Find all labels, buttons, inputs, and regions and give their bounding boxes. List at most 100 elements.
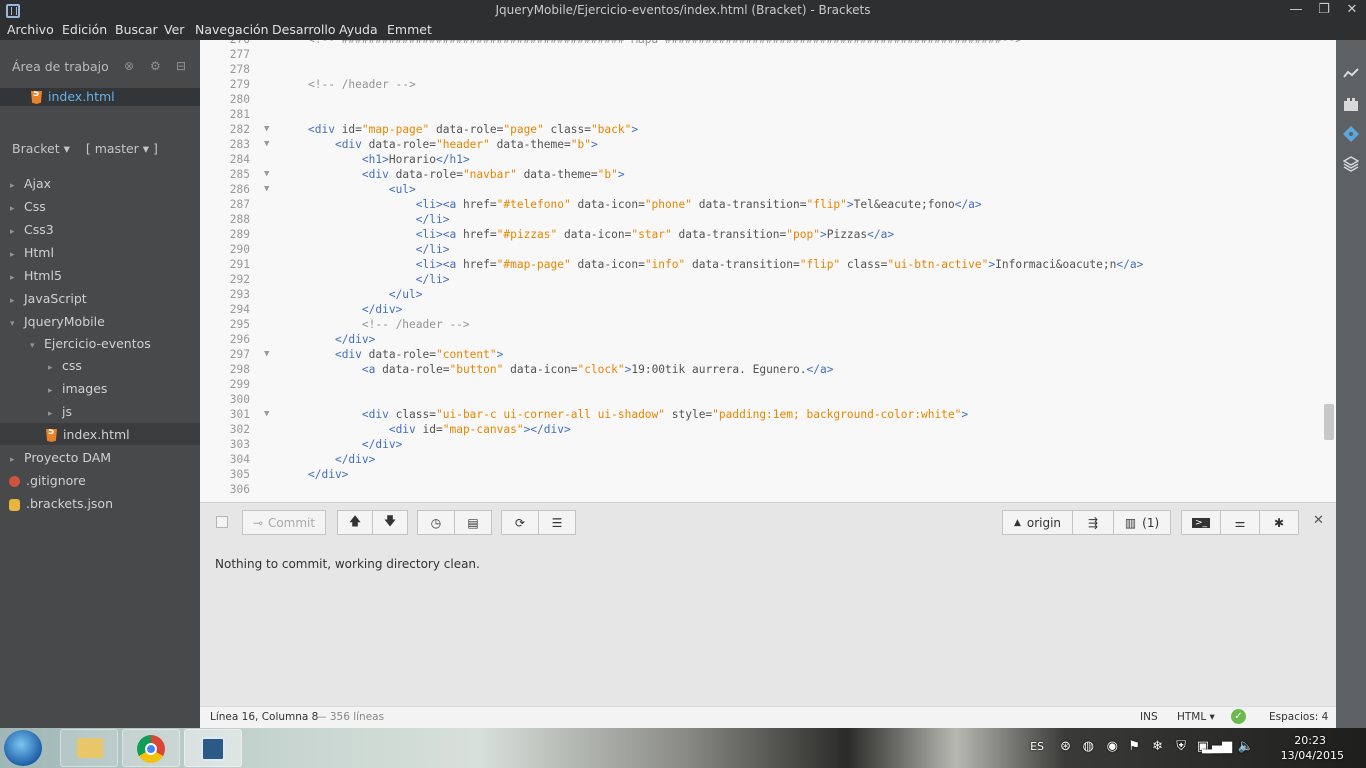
code-line[interactable]: <div id="map-page" data-role="page" clas… (308, 123, 638, 136)
flag-icon[interactable]: ⚑ (1128, 739, 1140, 754)
tree-folder-jquerymobile[interactable]: ▾ JqueryMobile (10, 314, 105, 329)
snowflake-icon[interactable]: ❄ (1152, 739, 1163, 754)
tree-folder-js[interactable]: ▸ js (48, 404, 72, 419)
menu-ver[interactable]: Ver (164, 22, 184, 37)
select-all-checkbox[interactable] (216, 516, 228, 528)
tray-app-icon[interactable]: ◍ (1083, 739, 1094, 754)
code-line[interactable]: <li><a href="#telefono" data-icon="phone… (308, 198, 982, 211)
code-line[interactable]: </li> (308, 243, 450, 256)
minimize-button[interactable]: — (1282, 0, 1310, 22)
tree-folder-ejercicio-eventos[interactable]: ▾ Ejercicio-eventos (30, 336, 151, 351)
code-line[interactable]: <div class="ui-bar-c ui-corner-all ui-sh… (308, 408, 968, 421)
maximize-button[interactable]: ❐ (1310, 0, 1338, 22)
close-panel-icon[interactable]: ✕ (1313, 513, 1324, 528)
volume-icon[interactable]: 🔈 (1238, 739, 1254, 754)
menu-emmet[interactable]: Emmet (387, 22, 432, 37)
chrome-tray-icon[interactable]: ◉ (1107, 739, 1118, 754)
refresh-button[interactable]: ⟳ (501, 510, 539, 535)
working-file-item[interactable]: index.html (0, 88, 200, 106)
code-line[interactable]: <!-- /header --> (308, 318, 470, 331)
fold-toggle-icon[interactable]: ▼ (264, 409, 269, 419)
clock-time[interactable]: 20:23 (1294, 734, 1326, 747)
commit-button[interactable]: ⊸ Commit (242, 510, 326, 535)
language-dropdown[interactable]: HTML ▾ (1177, 711, 1215, 723)
fold-toggle-icon[interactable]: ▼ (264, 349, 269, 359)
code-line[interactable]: <li><a href="#pizzas" data-icon="star" d… (308, 228, 894, 241)
code-line[interactable]: <!-- /header --> (308, 78, 416, 91)
code-line[interactable]: <!-- ###################################… (308, 40, 1022, 46)
extension-manager-icon[interactable] (1343, 96, 1359, 112)
tree-folder-html[interactable]: ▸ Html (10, 245, 54, 260)
project-dropdown[interactable]: Bracket ▾ (12, 141, 70, 156)
fold-toggle-icon[interactable]: ▼ (264, 169, 269, 179)
insert-mode-toggle[interactable]: INS (1140, 711, 1158, 723)
tree-folder-css[interactable]: ▸ Css (10, 199, 46, 214)
code-editor[interactable]: 276 <!-- ################################… (200, 40, 1336, 502)
indent-setting[interactable]: Espacios: 4 (1269, 711, 1328, 723)
fold-toggle-icon[interactable]: ▼ (264, 124, 269, 134)
code-line[interactable]: </li> (308, 213, 450, 226)
steam-icon[interactable]: ⊛ (1060, 739, 1071, 754)
code-line[interactable]: </li> (308, 273, 450, 286)
git-icon[interactable] (1343, 126, 1359, 142)
fold-toggle-icon[interactable]: ▼ (264, 139, 269, 149)
code-line[interactable]: <div data-role="header" data-theme="b"> (308, 138, 598, 151)
explorer-taskbar-button[interactable] (60, 729, 118, 767)
pull-button[interactable]: 🡅 (337, 510, 373, 535)
menu-ayuda[interactable]: Ayuda (339, 22, 378, 37)
tree-file-brackets-json[interactable]: .brackets.json (9, 496, 113, 511)
code-line[interactable]: <a data-role="button" data-icon="clock">… (308, 363, 834, 376)
history-button[interactable]: ◷ (417, 510, 455, 535)
menu-button[interactable]: ☰ (538, 510, 576, 535)
tree-folder-javascript[interactable]: ▸ JavaScript (10, 291, 87, 306)
menu-archivo[interactable]: Archivo (7, 22, 54, 37)
terminal-button[interactable]: >_ (1181, 510, 1221, 535)
code-line[interactable]: </div> (308, 438, 402, 451)
code-line[interactable]: <div data-role="content"> (308, 348, 503, 361)
chrome-taskbar-button[interactable] (122, 729, 180, 767)
branch-dropdown[interactable]: [ master ▾ ] (86, 141, 158, 156)
bug-report-button[interactable]: ✱ (1259, 510, 1299, 535)
code-line[interactable]: <ul> (308, 183, 416, 196)
tree-folder-ajax[interactable]: ▸ Ajax (10, 176, 51, 191)
fold-toggle-icon[interactable]: ▼ (264, 184, 269, 194)
code-line[interactable]: <div data-role="navbar" data-theme="b"> (308, 168, 625, 181)
linter-ok-icon[interactable]: ✓ (1231, 709, 1246, 724)
code-line[interactable]: </div> (308, 453, 375, 466)
shield-icon[interactable]: ⛨ (1176, 739, 1186, 754)
language-indicator[interactable]: ES (1030, 740, 1044, 753)
layers-icon[interactable] (1343, 156, 1359, 172)
code-line[interactable]: <li><a href="#map-page" data-icon="info"… (308, 258, 1144, 271)
signal-icon[interactable]: ▂▄▆ (1202, 739, 1232, 754)
code-line[interactable]: </div> (308, 468, 348, 481)
code-line[interactable]: </ul> (308, 288, 423, 301)
menu-edicion[interactable]: Edición (62, 22, 107, 37)
tree-folder-css-sub[interactable]: ▸ css (48, 358, 82, 373)
changes-button[interactable]: ▥ (1) (1113, 510, 1171, 535)
live-preview-icon[interactable] (1343, 66, 1359, 82)
split-view-icon[interactable]: ⊟ (176, 59, 186, 73)
close-all-icon[interactable]: ⊗ (124, 59, 134, 73)
push-button[interactable]: 🡇 (372, 510, 408, 535)
settings-button[interactable]: ⚌ (1220, 510, 1260, 535)
tree-file-index-html[interactable]: index.html (46, 427, 130, 442)
close-button[interactable]: ✕ (1338, 0, 1366, 22)
fetch-button[interactable]: ⇶ (1072, 510, 1114, 535)
gear-icon[interactable]: ⚙ (150, 59, 161, 73)
editor-scrollbar-thumb[interactable] (1324, 404, 1334, 440)
menu-navegacion[interactable]: Navegación (195, 22, 269, 37)
tree-folder-proyecto-dam[interactable]: ▸ Proyecto DAM (10, 450, 111, 465)
tree-folder-css3[interactable]: ▸ Css3 (10, 222, 54, 237)
code-line[interactable]: </div> (308, 333, 375, 346)
file-history-button[interactable]: ▤ (454, 510, 492, 535)
tree-folder-html5[interactable]: ▸ Html5 (10, 268, 62, 283)
tree-file-gitignore[interactable]: .gitignore (9, 473, 86, 488)
clock-date[interactable]: 13/04/2015 (1281, 749, 1344, 762)
menu-desarrollo[interactable]: Desarrollo (272, 22, 336, 37)
start-button[interactable] (4, 730, 42, 766)
tree-folder-images[interactable]: ▸ images (48, 381, 107, 396)
brackets-taskbar-button[interactable] (184, 729, 242, 767)
code-line[interactable]: <h1>Horario</h1> (308, 153, 470, 166)
remote-dropdown[interactable]: ▲ origin (1002, 510, 1073, 535)
menu-buscar[interactable]: Buscar (115, 22, 158, 37)
